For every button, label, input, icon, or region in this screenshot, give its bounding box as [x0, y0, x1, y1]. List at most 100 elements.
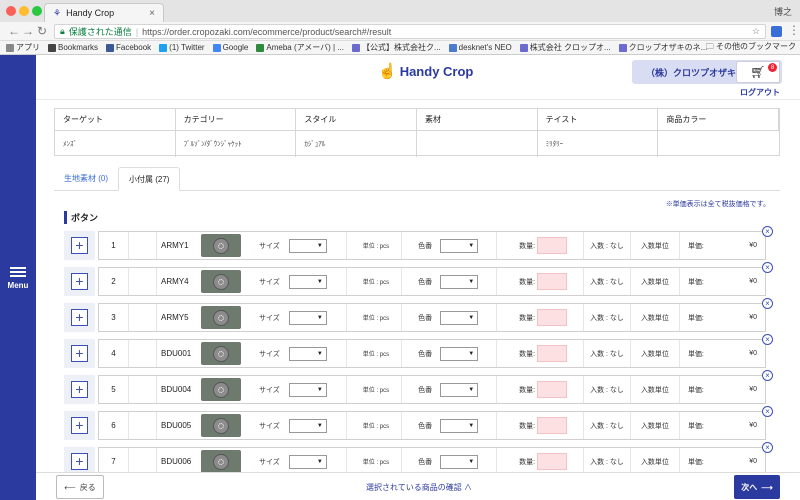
add-to-cart-button[interactable]: + — [71, 309, 88, 326]
selected-items-confirm-link[interactable]: 選択されている商品の確認 ∧ — [366, 482, 472, 493]
close-icon[interactable]: × — [149, 8, 155, 19]
size-label: サイズ — [259, 278, 280, 286]
browser-tab[interactable]: ⚘ Handy Crop × — [44, 3, 164, 22]
back-arrow-icon[interactable]: ← — [8, 24, 20, 38]
size-select[interactable]: ▼ — [288, 418, 327, 433]
bookmark-item[interactable]: クロップオザキのネ... — [618, 42, 707, 53]
remove-row-icon[interactable]: × — [762, 226, 773, 237]
product-image[interactable] — [201, 414, 241, 437]
row-checkbox-cell[interactable] — [129, 268, 157, 295]
add-row-cell: + — [64, 303, 95, 332]
bookmark-item[interactable]: Bookmarks — [48, 43, 98, 52]
row-checkbox-cell[interactable] — [129, 340, 157, 367]
remove-row-icon[interactable]: × — [762, 370, 773, 381]
product-image[interactable] — [201, 234, 241, 257]
product-image[interactable] — [201, 378, 241, 401]
remove-row-icon[interactable]: × — [762, 298, 773, 309]
color-select[interactable]: ▼ — [440, 346, 479, 361]
row-checkbox-cell[interactable] — [129, 376, 157, 403]
facebook-icon — [106, 43, 115, 52]
quantity-label: 数量: — [519, 242, 536, 250]
product-image[interactable] — [201, 270, 241, 293]
column-divider — [496, 376, 498, 403]
bookmark-item[interactable]: desknet's NEO — [448, 43, 512, 52]
size-select[interactable]: ▼ — [288, 454, 327, 469]
add-to-cart-button[interactable]: + — [71, 273, 88, 290]
next-button[interactable]: 次へ ⟶ — [734, 475, 780, 499]
desknets-icon — [448, 43, 457, 52]
quantity-input[interactable] — [537, 237, 568, 254]
size-label: サイズ — [259, 386, 280, 394]
quantity-input[interactable] — [537, 381, 568, 398]
filter-value: ｶｼﾞｭｱﾙ — [296, 131, 417, 157]
irisu-label: 入数 : なし — [590, 314, 624, 322]
add-to-cart-button[interactable]: + — [71, 453, 88, 470]
product-image[interactable] — [201, 450, 241, 473]
size-select[interactable]: ▼ — [288, 238, 327, 253]
size-select[interactable]: ▼ — [288, 274, 327, 289]
remove-row-icon[interactable]: × — [762, 334, 773, 345]
site-logo[interactable]: ☝ Handy Crop — [378, 62, 473, 80]
bookmark-item[interactable]: Ameba (アメーバ) | ... — [256, 42, 344, 53]
add-to-cart-button[interactable]: + — [71, 345, 88, 362]
url-bar[interactable]: 🔒︎ 保護された通信 | https://order.cropozaki.com… — [54, 24, 766, 39]
color-select[interactable]: ▼ — [440, 310, 479, 325]
minimize-window-button[interactable] — [19, 6, 29, 16]
browser-user-name[interactable]: 博之 — [774, 5, 792, 18]
quantity-input[interactable] — [537, 453, 568, 470]
remove-row-icon[interactable]: × — [762, 406, 773, 417]
product-code: BDU004 — [161, 385, 192, 394]
cart-button[interactable]: 🛒︎ 8 — [736, 61, 780, 83]
add-to-cart-button[interactable]: + — [71, 381, 88, 398]
color-select[interactable]: ▼ — [440, 454, 479, 469]
reload-icon[interactable]: ↻ — [37, 24, 47, 38]
bookmark-star-icon[interactable]: ☆ — [752, 26, 760, 37]
side-menu-button[interactable]: Menu — [0, 55, 36, 500]
logout-link[interactable]: ログアウト — [740, 87, 780, 98]
color-select[interactable]: ▼ — [440, 418, 479, 433]
add-to-cart-button[interactable]: + — [71, 417, 88, 434]
quantity-input[interactable] — [537, 417, 568, 434]
button-product-icon — [213, 381, 229, 398]
other-bookmarks[interactable]: 🗀 その他のブックマーク — [706, 41, 796, 55]
extension-icon[interactable] — [771, 26, 782, 37]
bookmark-item[interactable]: Google — [212, 43, 248, 52]
product-image[interactable] — [201, 306, 241, 329]
color-number-label: 色番 — [418, 314, 433, 322]
button-holes — [218, 278, 224, 285]
quantity-input[interactable] — [537, 345, 568, 362]
row-checkbox-cell[interactable] — [129, 232, 157, 259]
close-window-button[interactable] — [6, 6, 16, 16]
add-to-cart-button[interactable]: + — [71, 237, 88, 254]
row-checkbox-cell[interactable] — [129, 304, 157, 331]
tab-fabric[interactable]: 生地素材 (0) — [54, 167, 118, 190]
color-select[interactable]: ▼ — [440, 274, 479, 289]
bookmark-item[interactable]: 株式会社 クロップオ... — [519, 42, 611, 53]
bookmark-item[interactable]: Facebook — [106, 43, 151, 52]
row-checkbox-cell[interactable] — [129, 448, 157, 475]
tab-accessories[interactable]: 小付属 (27) — [118, 167, 181, 191]
back-button[interactable]: ⟵ 戻る — [56, 475, 104, 499]
unit-price-value: ¥0 — [749, 314, 757, 321]
bookmark-item[interactable]: アプリ — [6, 42, 40, 53]
maximize-window-button[interactable] — [32, 6, 42, 16]
size-select[interactable]: ▼ — [288, 310, 327, 325]
bookmark-item[interactable]: (1) Twitter — [159, 43, 205, 52]
bookmark-item[interactable]: 【公式】株式会社ク... — [352, 42, 441, 53]
color-select[interactable]: ▼ — [440, 382, 479, 397]
more-menu-icon[interactable]: ⋮ — [788, 23, 800, 37]
add-row-cell: + — [64, 375, 95, 404]
row-checkbox-cell[interactable] — [129, 412, 157, 439]
size-select[interactable]: ▼ — [288, 346, 327, 361]
quantity-input[interactable] — [537, 309, 568, 326]
chevron-down-icon: ▼ — [316, 386, 323, 393]
remove-row-icon[interactable]: × — [762, 262, 773, 273]
logo-text: Handy Crop — [399, 63, 474, 79]
remove-row-icon[interactable]: × — [762, 442, 773, 453]
forward-arrow-icon[interactable]: → — [22, 24, 34, 38]
size-select[interactable]: ▼ — [288, 382, 327, 397]
product-image[interactable] — [201, 342, 241, 365]
quantity-input[interactable] — [537, 273, 568, 290]
chevron-down-icon: ▼ — [468, 422, 475, 429]
color-select[interactable]: ▼ — [440, 238, 479, 253]
